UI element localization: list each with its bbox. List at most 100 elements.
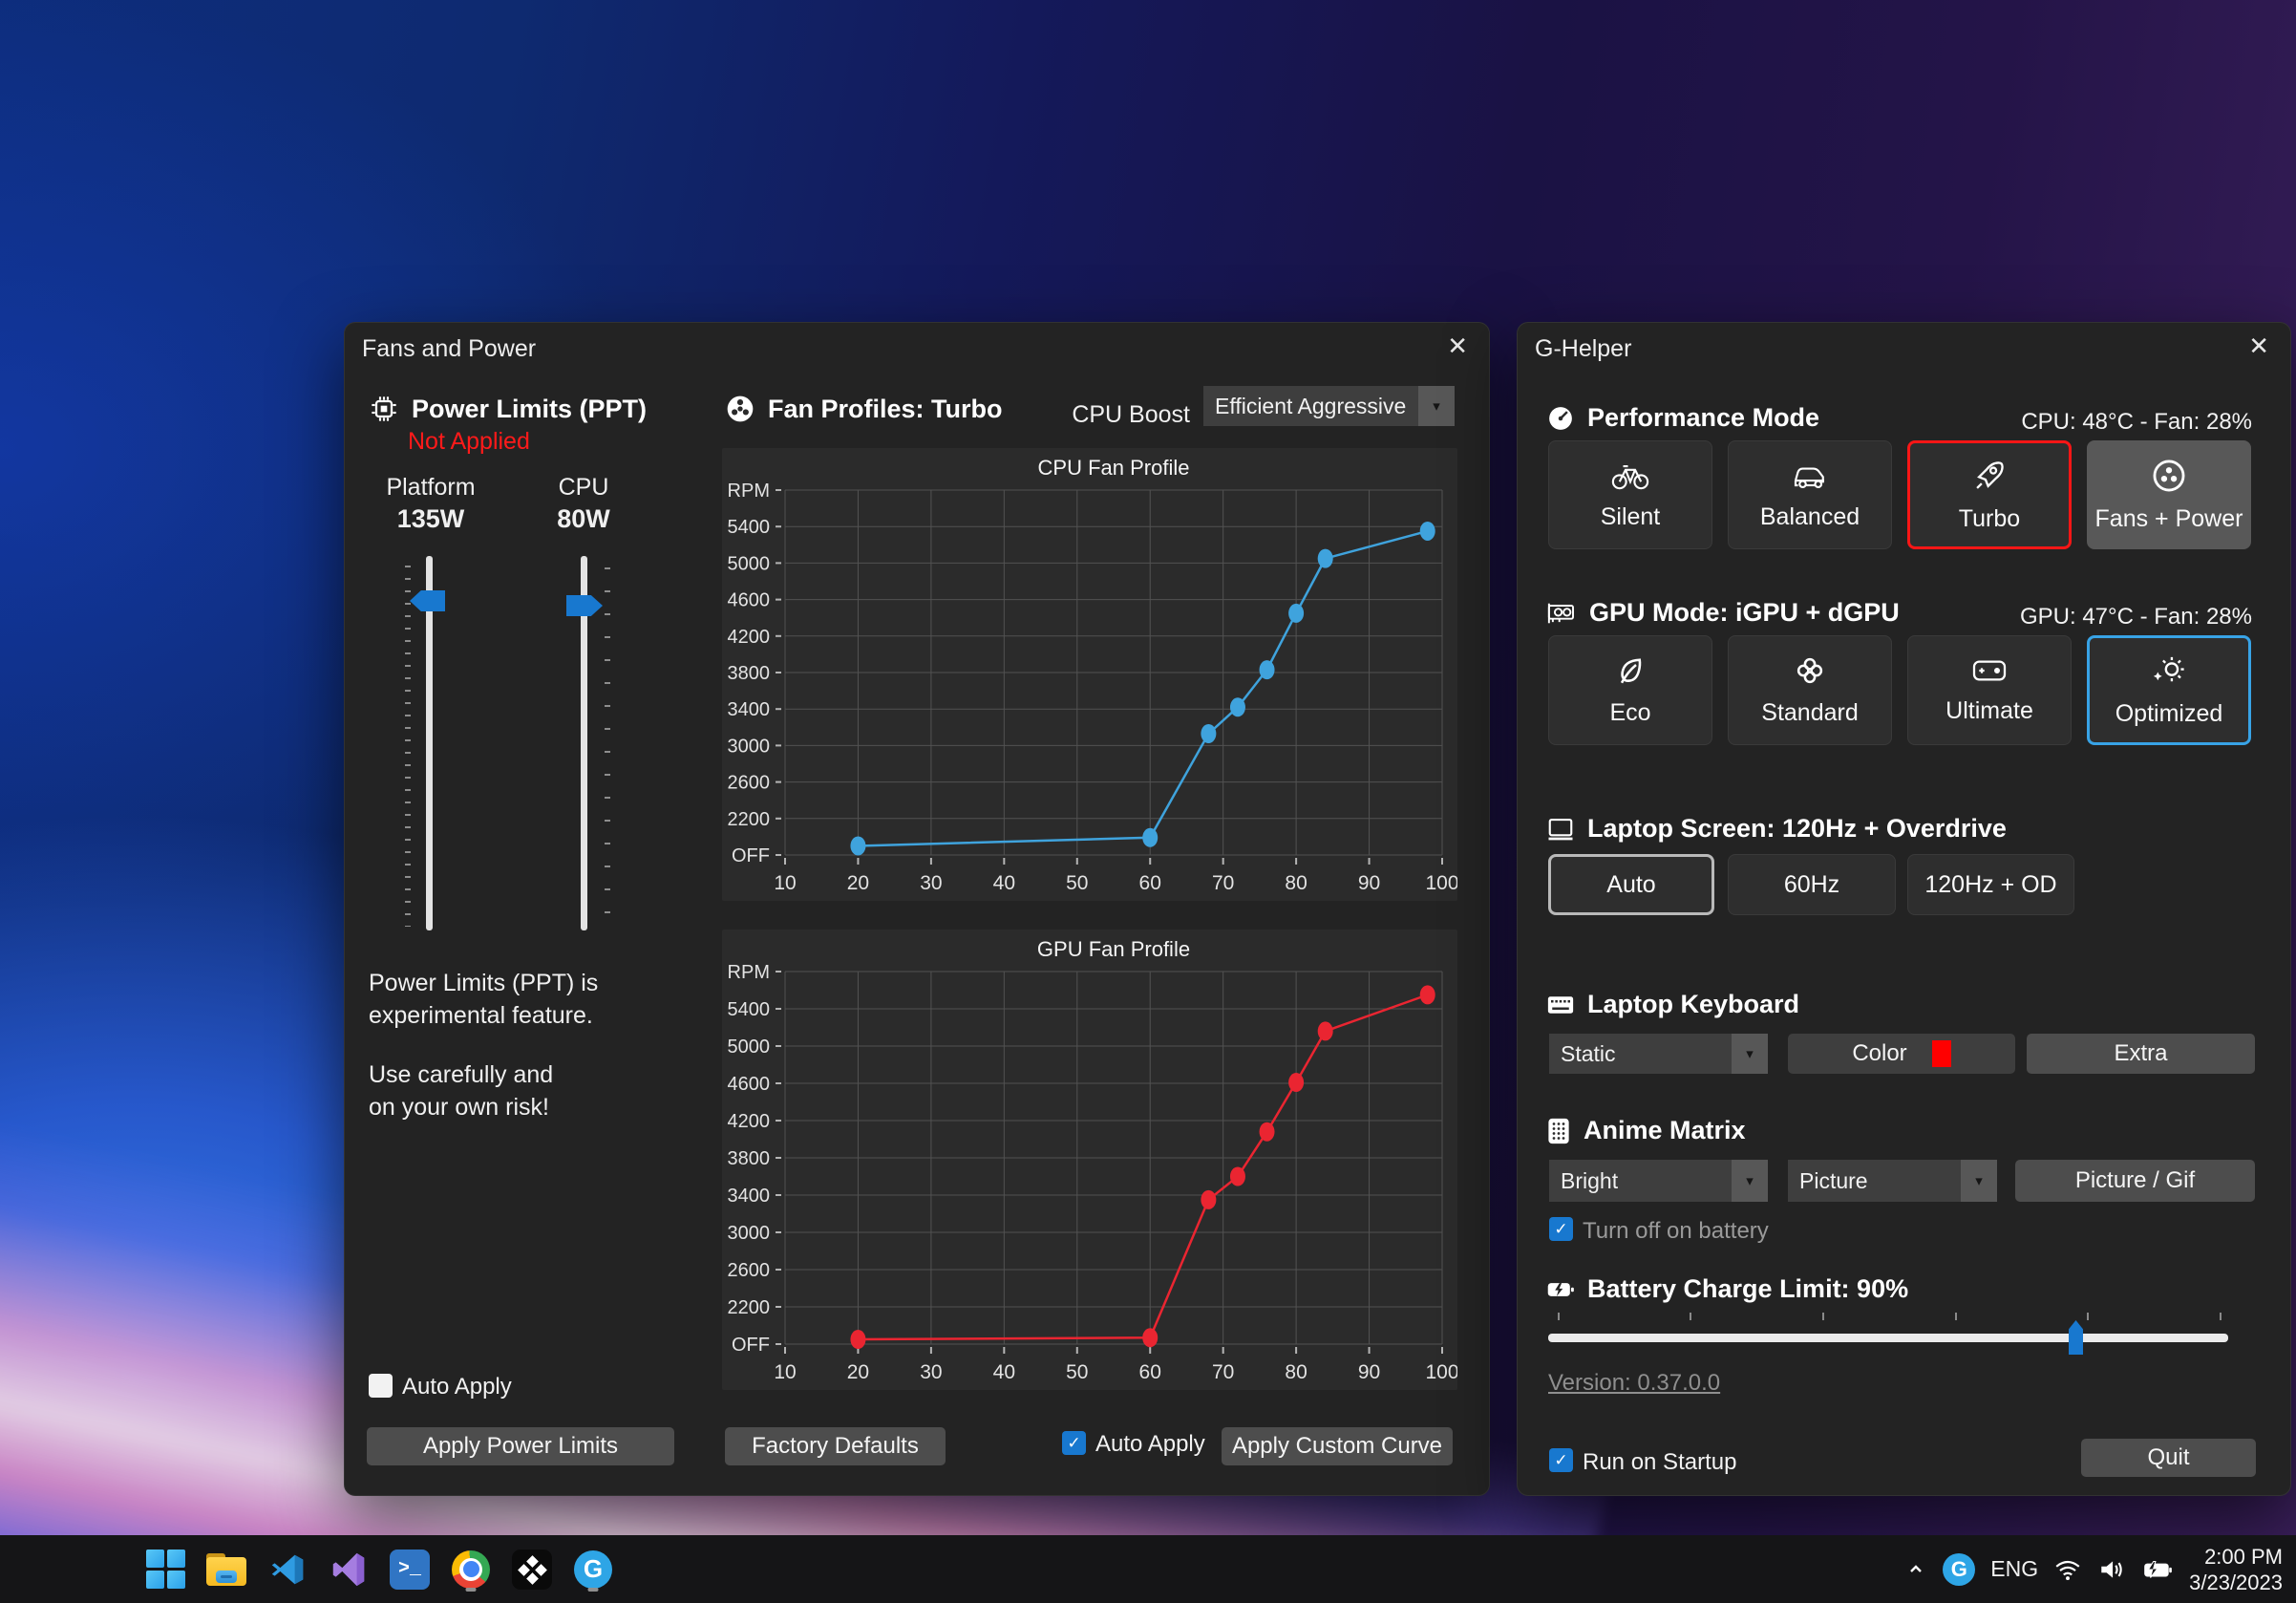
mode-tile-turbo[interactable]: Turbo [1907, 440, 2072, 549]
svg-text:60: 60 [1139, 872, 1161, 894]
folder-icon [206, 1553, 246, 1586]
cpu-limit-label: CPU [526, 474, 641, 502]
start-button[interactable] [143, 1548, 187, 1592]
fans-and-power-window: Fans and Power ✕ Power Limits (PPT) Not … [344, 322, 1490, 1496]
fan-icon [725, 394, 755, 424]
cpu-boost-dropdown[interactable]: Efficient Aggressive ▾ [1203, 386, 1455, 426]
svg-text:10: 10 [774, 872, 796, 894]
svg-text:30: 30 [920, 872, 942, 894]
battery-slider-track[interactable] [1548, 1334, 2228, 1342]
car-icon [1791, 460, 1829, 492]
run-on-startup-checkbox[interactable]: ✓ [1549, 1448, 1573, 1472]
svg-text:2600: 2600 [728, 773, 771, 794]
factory-defaults-button[interactable]: Factory Defaults [725, 1427, 946, 1465]
taskbar-clock[interactable]: 2:00 PM 3/23/2023 [2189, 1544, 2283, 1595]
gpu-tile-ultimate[interactable]: Ultimate [1907, 635, 2072, 745]
vscode-button[interactable] [266, 1548, 309, 1592]
wifi-icon[interactable] [2053, 1557, 2082, 1582]
ghelper-title: G-Helper [1535, 335, 1631, 363]
taskbar: >_ G G ENG [0, 1535, 2296, 1603]
anime-mode-dropdown[interactable]: Picture ▾ [1788, 1160, 1997, 1202]
svg-text:RPM: RPM [728, 962, 770, 983]
windows-logo-icon [146, 1550, 185, 1589]
gamepad-icon [1970, 655, 2009, 686]
gpu-tile-optimized[interactable]: Optimized [2087, 635, 2251, 745]
curve-auto-apply-checkbox[interactable]: ✓ [1062, 1431, 1086, 1455]
system-tray: G ENG [1904, 1535, 2283, 1603]
dropdown-arrow-icon[interactable]: ▾ [1418, 386, 1455, 426]
keyboard-color-button[interactable]: Color [1788, 1034, 2015, 1074]
apply-power-limits-button[interactable]: Apply Power Limits [367, 1427, 674, 1465]
laptop-keyboard-header-label: Laptop Keyboard [1587, 990, 1799, 1019]
gpu-fan-profile-chart[interactable]: GPU Fan ProfileRPM5400500046004200380034… [722, 930, 1457, 1390]
keyboard-extra-button[interactable]: Extra [2027, 1034, 2255, 1074]
rocket-icon [1971, 458, 2008, 494]
gpu-tile-standard[interactable]: Standard [1728, 635, 1892, 745]
cpu-fan-profile-chart[interactable]: CPU Fan ProfileRPM5400500046004200380034… [722, 448, 1457, 901]
quit-button[interactable]: Quit [2081, 1439, 2256, 1477]
anime-battery-checkbox[interactable]: ✓ [1549, 1217, 1573, 1241]
powershell-button[interactable]: >_ [388, 1548, 432, 1592]
ghelper-icon: G [1943, 1553, 1975, 1586]
battery-tray-icon[interactable] [2141, 1557, 2174, 1582]
volume-icon[interactable] [2097, 1557, 2126, 1582]
file-explorer-button[interactable] [204, 1548, 248, 1592]
anime-battery-label: Turn off on battery [1583, 1218, 1769, 1245]
chrome-button[interactable] [449, 1548, 493, 1592]
platform-slider-track[interactable] [426, 556, 433, 930]
power-limits-header: Power Limits (PPT) [369, 394, 647, 424]
svg-text:2600: 2600 [728, 1260, 771, 1281]
svg-text:70: 70 [1212, 1361, 1234, 1383]
tidal-button[interactable] [510, 1548, 554, 1592]
visual-studio-icon [329, 1550, 369, 1590]
cpu-boost-label: CPU Boost [1056, 401, 1190, 429]
gpu-tile-eco[interactable]: Eco [1548, 635, 1712, 745]
anime-brightness-dropdown[interactable]: Bright ▾ [1549, 1160, 1768, 1202]
svg-text:100: 100 [1425, 1361, 1457, 1383]
tray-date: 3/23/2023 [2189, 1570, 2283, 1595]
svg-text:50: 50 [1066, 872, 1088, 894]
screen-option-120hz-od[interactable]: 120Hz + OD [1907, 854, 2074, 915]
ghelper-titlebar[interactable]: G-Helper ✕ [1518, 323, 2290, 369]
language-indicator[interactable]: ENG [1990, 1556, 2038, 1582]
gauge-icon [1546, 404, 1575, 433]
dropdown-arrow-icon[interactable]: ▾ [1732, 1160, 1768, 1202]
svg-text:RPM: RPM [728, 481, 770, 502]
tray-ghelper-icon[interactable]: G [1943, 1553, 1975, 1586]
cpu-slider-thumb[interactable] [566, 595, 603, 616]
mode-tile-silent[interactable]: Silent [1548, 440, 1712, 549]
visual-studio-button[interactable] [327, 1548, 371, 1592]
apply-custom-curve-button[interactable]: Apply Custom Curve [1222, 1427, 1453, 1465]
screen-option-label: 60Hz [1784, 871, 1839, 899]
mode-tile-fans-power[interactable]: Fans + Power [2087, 440, 2251, 549]
tray-chevron-up-icon[interactable] [1904, 1558, 1927, 1581]
svg-text:3000: 3000 [728, 1223, 771, 1244]
gear-sparkle-icon [2151, 652, 2187, 689]
anime-picture-gif-button[interactable]: Picture / Gif [2015, 1160, 2255, 1202]
gpu-fan-chart-panel: GPU Fan ProfileRPM5400500046004200380034… [722, 930, 1457, 1390]
close-icon[interactable]: ✕ [2248, 331, 2269, 361]
mode-tile-label: Fans + Power [2095, 505, 2243, 533]
svg-text:4600: 4600 [728, 1074, 771, 1095]
power-limits-header-label: Power Limits (PPT) [412, 395, 647, 424]
fans-window-titlebar[interactable]: Fans and Power ✕ [345, 323, 1489, 369]
svg-text:4200: 4200 [728, 627, 771, 648]
screen-option-auto[interactable]: Auto [1548, 854, 1714, 915]
mode-tile-balanced[interactable]: Balanced [1728, 440, 1892, 549]
keyboard-mode-dropdown[interactable]: Static ▾ [1549, 1034, 1768, 1074]
running-indicator [466, 1588, 477, 1592]
ghelper-taskbar-button[interactable]: G [571, 1548, 615, 1592]
version-link[interactable]: Version: 0.37.0.0 [1548, 1370, 1720, 1397]
check-icon: ✓ [1554, 1220, 1567, 1239]
dropdown-arrow-icon[interactable]: ▾ [1732, 1034, 1768, 1074]
power-auto-apply-checkbox[interactable] [369, 1374, 393, 1398]
close-icon[interactable]: ✕ [1447, 331, 1468, 361]
svg-text:3400: 3400 [728, 1186, 771, 1207]
svg-text:80: 80 [1285, 1361, 1307, 1383]
dropdown-arrow-icon[interactable]: ▾ [1961, 1160, 1997, 1202]
platform-label: Platform [373, 474, 488, 502]
platform-slider-thumb[interactable] [410, 590, 445, 611]
battery-slider-thumb[interactable] [2069, 1320, 2083, 1355]
fan-icon [2151, 458, 2187, 494]
screen-option-60hz[interactable]: 60Hz [1728, 854, 1896, 915]
